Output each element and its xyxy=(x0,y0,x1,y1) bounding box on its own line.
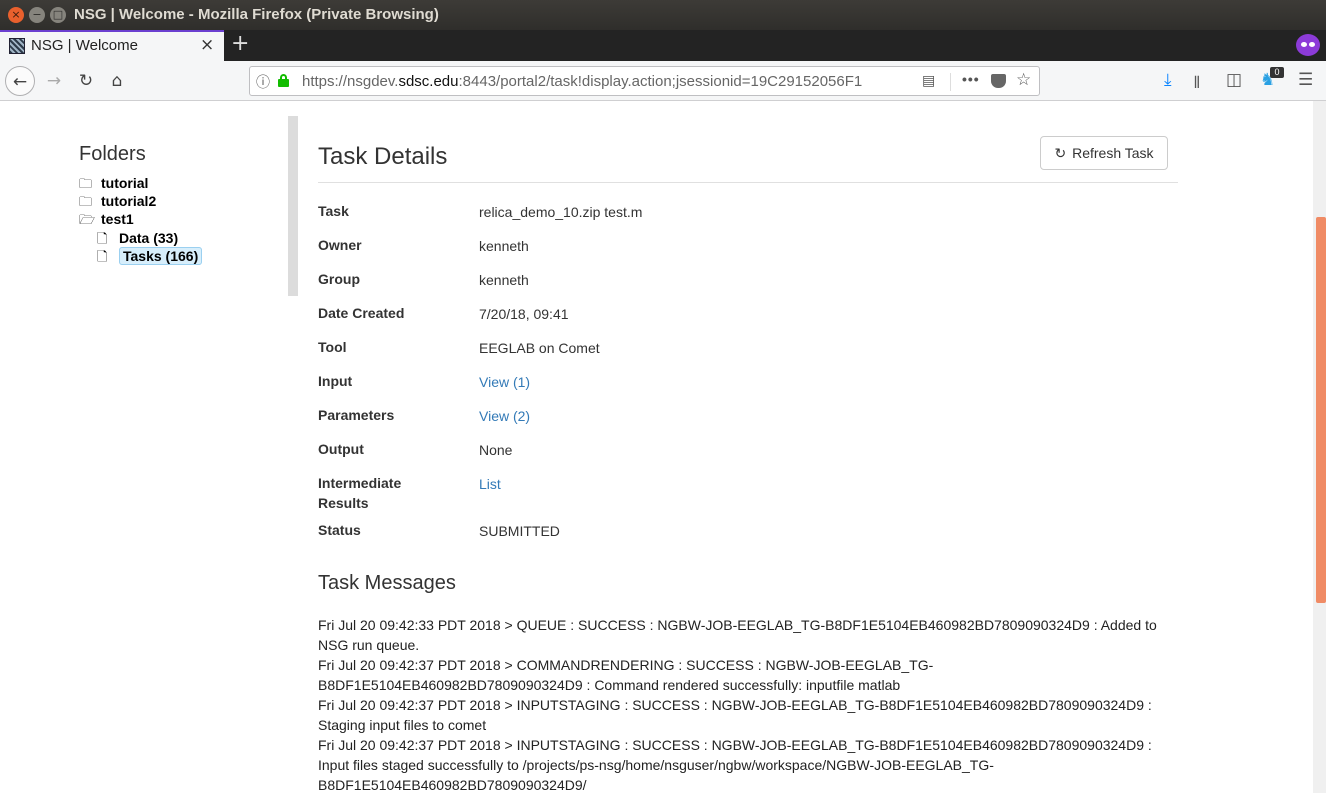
forward-button[interactable]: → xyxy=(39,66,69,96)
detail-label-date-created: Date Created xyxy=(318,305,405,321)
folder-label: tutorial xyxy=(101,175,149,191)
input-view-link[interactable]: View (1) xyxy=(479,372,530,392)
detail-value-group: kenneth xyxy=(479,272,529,288)
tab-nsg-welcome[interactable]: NSG | Welcome × xyxy=(0,30,224,61)
heading-divider xyxy=(318,182,1178,183)
detail-label-intermediate-results: Intermediate Results xyxy=(318,475,402,511)
tab-title: NSG | Welcome xyxy=(31,37,138,54)
file-icon: 🗋 xyxy=(97,250,108,265)
url-text[interactable]: https://nsgdev.sdsc.edu:8443/portal2/tas… xyxy=(302,73,887,90)
detail-label-group: Group xyxy=(318,271,360,287)
new-tab-button[interactable]: + xyxy=(231,31,249,56)
detail-value-status: SUBMITTED xyxy=(479,523,560,539)
detail-label-output: Output xyxy=(318,441,364,457)
detail-label-owner: Owner xyxy=(318,237,362,253)
detail-value-date-created: 7/20/18, 09:41 xyxy=(479,306,569,322)
sidebar-divider[interactable] xyxy=(288,116,298,296)
detail-value-tool: EEGLAB on Comet xyxy=(479,340,600,356)
detail-label-status: Status xyxy=(318,522,361,538)
detail-label-parameters: Parameters xyxy=(318,407,395,423)
open-folder-icon: 🗁 xyxy=(79,213,96,228)
bookmark-star-icon[interactable]: ☆ xyxy=(1016,70,1031,90)
window-titlebar: × − □ NSG | Welcome - Mozilla Firefox (P… xyxy=(0,0,1326,30)
task-message-line: Fri Jul 20 09:42:37 PDT 2018 > COMMANDRE… xyxy=(318,657,934,693)
tab-strip: NSG | Welcome × + xyxy=(0,30,1326,61)
url-prefix: https://nsgdev. xyxy=(302,73,399,90)
private-browsing-icon xyxy=(1296,34,1320,56)
task-message-line: Fri Jul 20 09:42:37 PDT 2018 > INPUTSTAG… xyxy=(318,737,1152,793)
window-minimize-button[interactable]: − xyxy=(29,7,45,23)
task-message-line: Fri Jul 20 09:42:33 PDT 2018 > QUEUE : S… xyxy=(318,617,1157,653)
page-actions-icon[interactable]: ••• xyxy=(962,71,980,87)
window-title: NSG | Welcome - Mozilla Firefox (Private… xyxy=(74,6,439,23)
nav-toolbar: ← → ↻ ⌂ ⓘ https://nsgdev.sdsc.edu:8443/p… xyxy=(0,61,1326,101)
detail-value-output: None xyxy=(479,442,513,458)
page-scrollbar[interactable] xyxy=(1313,101,1326,793)
url-divider xyxy=(950,73,951,91)
home-button[interactable]: ⌂ xyxy=(102,66,132,96)
pocket-icon[interactable] xyxy=(991,74,1006,88)
parameters-view-link[interactable]: View (2) xyxy=(479,406,530,426)
hamburger-menu-icon[interactable]: ☰ xyxy=(1298,70,1313,90)
folder-tasks[interactable]: 🗋 Tasks (166) xyxy=(97,247,203,270)
scrollbar-thumb[interactable] xyxy=(1316,217,1326,603)
downloads-icon[interactable]: ⤓ xyxy=(1164,70,1172,90)
refresh-task-label: Refresh Task xyxy=(1072,145,1154,161)
detail-value-owner: kenneth xyxy=(479,238,529,254)
url-bar[interactable]: ⓘ https://nsgdev.sdsc.edu:8443/portal2/t… xyxy=(249,66,1040,96)
folder-label: test1 xyxy=(101,211,134,227)
refresh-icon: ↻ xyxy=(1054,146,1067,162)
site-info-icon[interactable]: ⓘ xyxy=(256,72,270,92)
folder-label: tutorial2 xyxy=(101,193,157,209)
refresh-task-button[interactable]: ↻ Refresh Task xyxy=(1040,136,1168,170)
sidebar-toggle-icon[interactable]: ◫ xyxy=(1226,70,1242,90)
task-message-line: Fri Jul 20 09:42:37 PDT 2018 > INPUTSTAG… xyxy=(318,697,1152,733)
tab-close-icon[interactable]: × xyxy=(200,35,214,55)
detail-label-task: Task xyxy=(318,203,349,219)
back-button[interactable]: ← xyxy=(5,66,35,96)
reader-view-icon[interactable]: ▤ xyxy=(922,72,935,89)
detail-label-tool: Tool xyxy=(318,339,347,355)
url-suffix: :8443/portal2/task!display.action;jsessi… xyxy=(458,73,863,90)
window-close-button[interactable]: × xyxy=(8,7,24,23)
detail-value-task: relica_demo_10.zip test.m xyxy=(479,204,643,220)
url-domain: sdsc.edu xyxy=(398,73,459,90)
intermediate-results-list-link[interactable]: List xyxy=(479,474,501,494)
detail-label-input: Input xyxy=(318,373,353,389)
site-favicon-icon xyxy=(9,38,25,54)
page-content: Folders 🗀 tutorial 🗀 tutorial2 🗁 test1 🗋 Dat… xyxy=(0,101,1326,793)
task-details-heading: Task Details xyxy=(318,143,448,170)
extension-badge: 0 xyxy=(1270,67,1284,78)
folders-heading: Folders xyxy=(79,143,146,165)
lock-icon xyxy=(278,74,289,87)
library-icon[interactable]: 𝍪 xyxy=(1194,70,1200,99)
window-maximize-button[interactable]: □ xyxy=(50,7,66,23)
task-messages-heading: Task Messages xyxy=(318,572,456,594)
folder-label: Data (33) xyxy=(119,230,179,246)
reload-button[interactable]: ↻ xyxy=(71,66,101,96)
folder-label: Tasks (166) xyxy=(119,247,203,265)
